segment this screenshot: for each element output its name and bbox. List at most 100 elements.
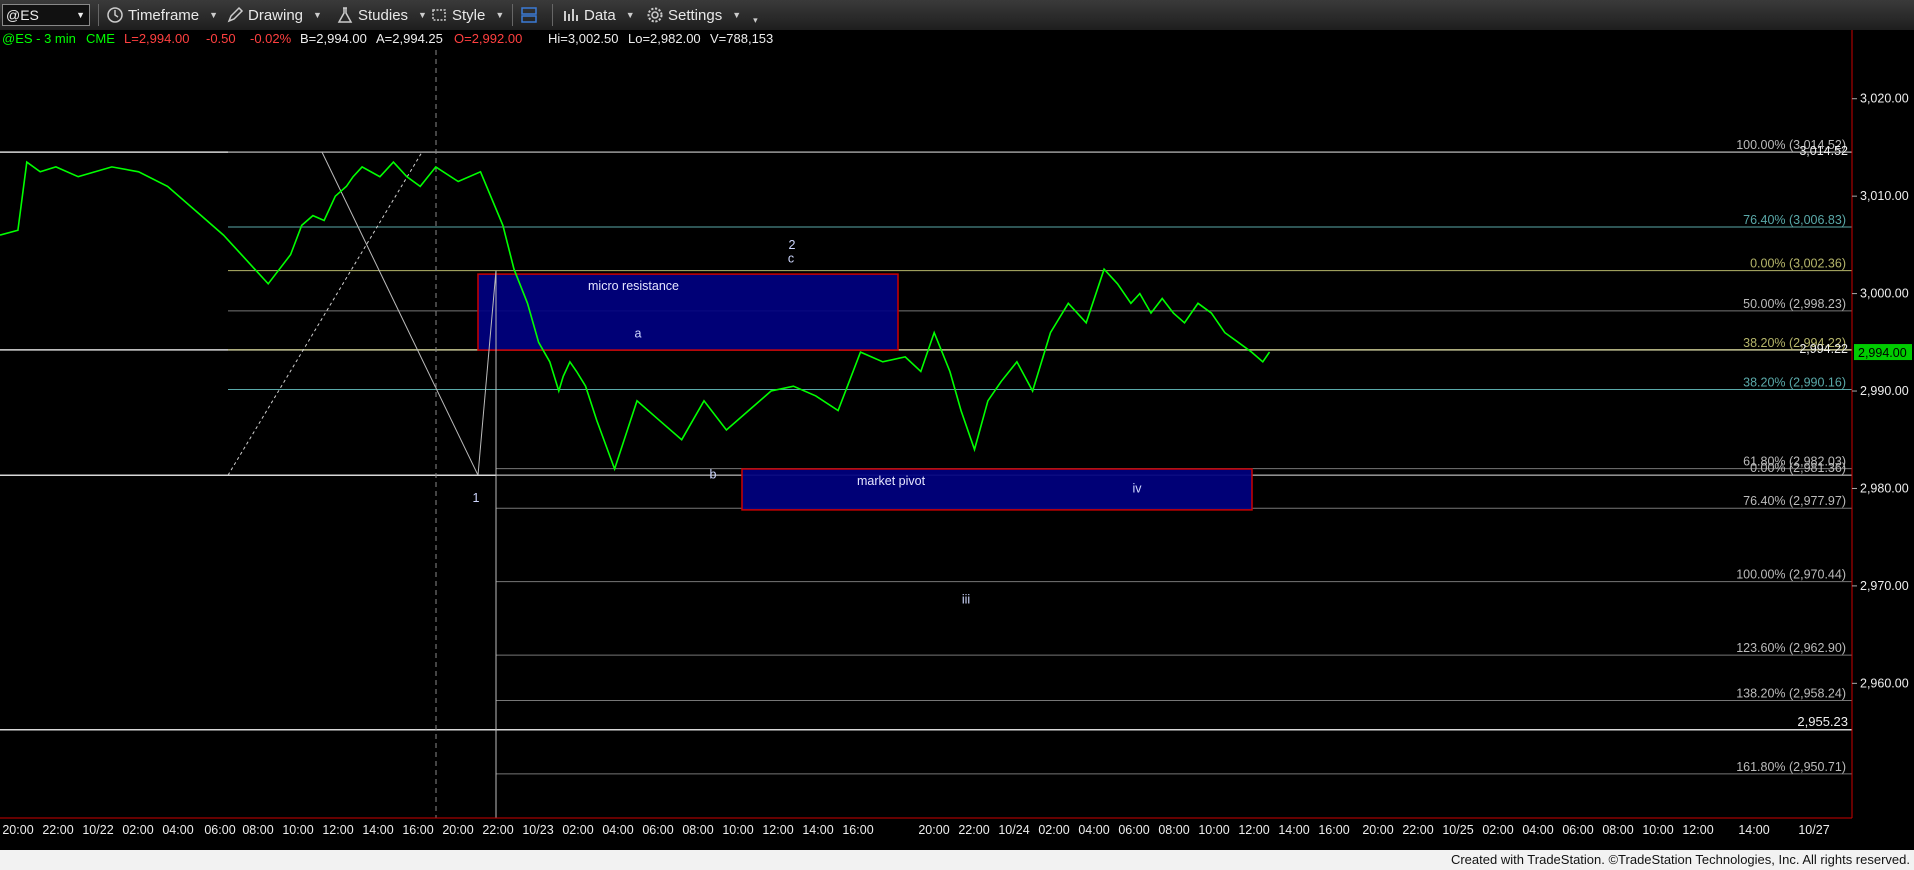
wave-label: 2 bbox=[789, 238, 796, 252]
data-button[interactable]: Data ▼ bbox=[562, 4, 635, 26]
data-label: Data bbox=[584, 6, 616, 24]
clock-icon bbox=[107, 7, 123, 23]
chart-background bbox=[0, 30, 1914, 850]
price-tick-label: 2,970.00 bbox=[1860, 579, 1909, 593]
time-tick-label: 02:00 bbox=[562, 823, 593, 837]
flask-icon bbox=[337, 7, 353, 23]
fib-level-label: 38.20% (2,990.16) bbox=[1743, 375, 1846, 389]
time-tick-label: 22:00 bbox=[482, 823, 513, 837]
horizontal-line-label: 2,955.23 bbox=[1797, 714, 1848, 729]
time-tick-label: 10:00 bbox=[722, 823, 753, 837]
time-tick-label: 02:00 bbox=[1482, 823, 1513, 837]
zone-box bbox=[477, 273, 899, 351]
time-tick-label: 16:00 bbox=[1318, 823, 1349, 837]
wave-label: iv bbox=[1132, 481, 1142, 495]
fib-level-value: 2,994.22 bbox=[1799, 342, 1848, 356]
time-tick-label: 02:00 bbox=[122, 823, 153, 837]
time-tick-label: 08:00 bbox=[1602, 823, 1633, 837]
wave-label: c bbox=[788, 251, 794, 265]
time-tick-label: 06:00 bbox=[642, 823, 673, 837]
quote-open: O=2,992.00 bbox=[454, 31, 522, 46]
symbol-selector[interactable]: @ES ▼ bbox=[2, 4, 90, 26]
quote-low: Lo=2,982.00 bbox=[628, 31, 701, 46]
layout-icon bbox=[521, 7, 537, 23]
price-tick-label: 2,980.00 bbox=[1860, 481, 1909, 495]
fib-level-value: 3,014.52 bbox=[1799, 144, 1848, 158]
fib-level-label: 138.20% (2,958.24) bbox=[1736, 686, 1846, 700]
time-tick-label: 04:00 bbox=[1078, 823, 1109, 837]
price-chart[interactable]: @ES - 3 min CME L=2,994.00 -0.50 -0.02% … bbox=[0, 30, 1914, 850]
studies-label: Studies bbox=[358, 6, 409, 24]
studies-button[interactable]: Studies ▼ bbox=[336, 4, 427, 26]
style-label: Style bbox=[452, 6, 486, 24]
fib-level-label: 100.00% (2,970.44) bbox=[1736, 568, 1846, 582]
quote-change: -0.50 bbox=[206, 31, 236, 46]
time-tick-label: 10:00 bbox=[282, 823, 313, 837]
caret-down-icon: ▼ bbox=[495, 10, 505, 20]
time-tick-label: 12:00 bbox=[1682, 823, 1713, 837]
zone-box-label: micro resistance bbox=[588, 279, 679, 293]
caret-down-icon: ▼ bbox=[625, 10, 635, 20]
quote-exchange: CME bbox=[86, 31, 115, 46]
wave-label: a bbox=[635, 326, 642, 340]
time-tick-label: 04:00 bbox=[1522, 823, 1553, 837]
time-tick-label: 16:00 bbox=[402, 823, 433, 837]
time-tick-label: 10/24 bbox=[998, 823, 1029, 837]
time-tick-label: 14:00 bbox=[802, 823, 833, 837]
zone-box bbox=[741, 468, 1253, 511]
symbol-text: @ES bbox=[6, 7, 39, 23]
price-tick-label: 3,000.00 bbox=[1860, 287, 1909, 301]
quote-symbol: @ES - 3 min bbox=[2, 31, 76, 46]
wave-label: b bbox=[710, 468, 717, 482]
more-caret-icon: ▾ bbox=[753, 14, 758, 25]
time-tick-label: 20:00 bbox=[442, 823, 473, 837]
time-tick-label: 08:00 bbox=[1158, 823, 1189, 837]
timeframe-button[interactable]: Timeframe ▼ bbox=[106, 4, 218, 26]
time-tick-label: 06:00 bbox=[1562, 823, 1593, 837]
fib-level-label: 161.80% (2,950.71) bbox=[1736, 760, 1846, 774]
style-icon bbox=[432, 9, 446, 21]
quote-pct: -0.02% bbox=[250, 31, 292, 46]
quote-volume: V=788,153 bbox=[710, 31, 773, 46]
time-tick-label: 02:00 bbox=[1038, 823, 1069, 837]
fib-level-label: 50.00% (2,998.23) bbox=[1743, 297, 1846, 311]
fib-level-label: 76.40% (3,006.83) bbox=[1743, 213, 1846, 227]
bar-chart-icon bbox=[564, 9, 578, 21]
drawing-button[interactable]: Drawing ▼ bbox=[226, 4, 322, 26]
time-tick-label: 10:00 bbox=[1198, 823, 1229, 837]
time-tick-label: 22:00 bbox=[958, 823, 989, 837]
drawing-label: Drawing bbox=[248, 6, 304, 24]
caret-down-icon: ▼ bbox=[418, 10, 427, 20]
price-tick-label: 2,960.00 bbox=[1860, 676, 1909, 690]
quote-ask: A=2,994.25 bbox=[376, 31, 443, 46]
time-tick-label: 10:00 bbox=[1642, 823, 1673, 837]
price-tick-label: 3,010.00 bbox=[1860, 189, 1909, 203]
time-tick-label: 04:00 bbox=[602, 823, 633, 837]
settings-label: Settings bbox=[668, 6, 723, 24]
fib-level-label: 0.00% (2,981.36) bbox=[1750, 461, 1846, 475]
time-tick-label: 12:00 bbox=[762, 823, 793, 837]
toolbar: @ES ▼ Timeframe ▼ Drawing ▼ Studies ▼ St… bbox=[0, 0, 1914, 31]
time-tick-label: 04:00 bbox=[162, 823, 193, 837]
layout-button[interactable] bbox=[520, 4, 538, 26]
caret-down-icon: ▼ bbox=[732, 10, 742, 20]
timeframe-label: Timeframe bbox=[128, 6, 200, 24]
time-tick-label: 12:00 bbox=[322, 823, 353, 837]
time-tick-label: 10/22 bbox=[82, 823, 113, 837]
style-button[interactable]: Style ▼ bbox=[430, 4, 504, 26]
time-tick-label: 10/23 bbox=[522, 823, 553, 837]
time-tick-label: 14:00 bbox=[1278, 823, 1309, 837]
time-tick-label: 20:00 bbox=[918, 823, 949, 837]
caret-down-icon: ▼ bbox=[209, 10, 219, 20]
time-tick-label: 06:00 bbox=[204, 823, 235, 837]
time-tick-label: 08:00 bbox=[242, 823, 273, 837]
time-tick-label: 12:00 bbox=[1238, 823, 1269, 837]
toolbar-separator bbox=[98, 4, 99, 26]
time-tick-label: 10/27 bbox=[1798, 823, 1829, 837]
time-tick-label: 20:00 bbox=[1362, 823, 1393, 837]
fib-level-label: 76.40% (2,977.97) bbox=[1743, 494, 1846, 508]
quote-last: L=2,994.00 bbox=[124, 31, 189, 46]
time-tick-label: 14:00 bbox=[362, 823, 393, 837]
wave-label: iii bbox=[962, 592, 970, 606]
settings-button[interactable]: Settings ▼ ▾ bbox=[646, 4, 758, 26]
